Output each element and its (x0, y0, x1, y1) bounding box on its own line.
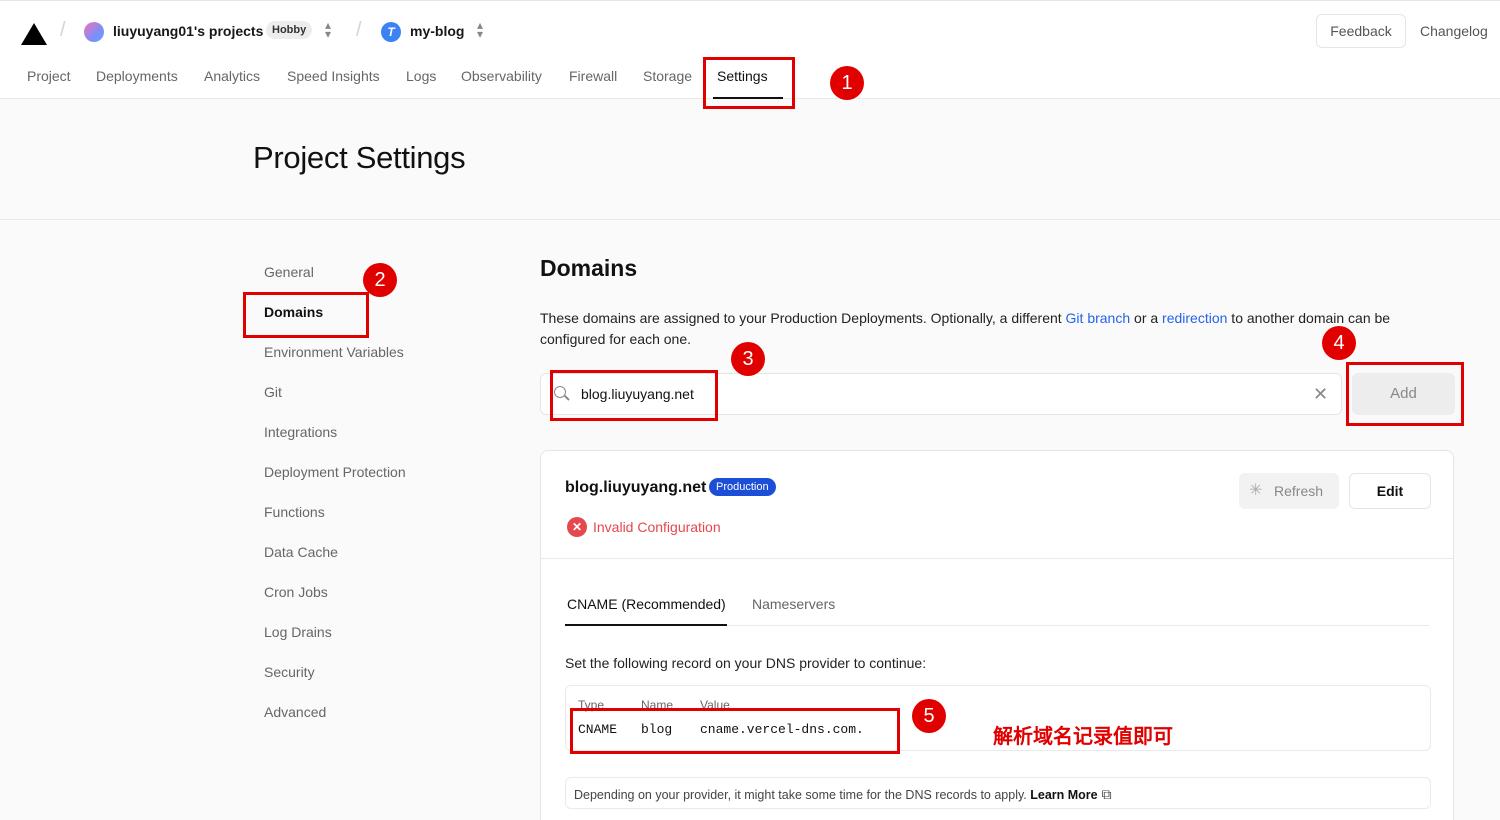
project-icon: T (381, 22, 401, 42)
changelog-link[interactable]: Changelog (1420, 23, 1488, 39)
active-subtab-indicator (565, 624, 727, 626)
redirection-link[interactable]: redirection (1162, 310, 1227, 326)
project-switcher-icon[interactable]: ▴ ▾ (475, 19, 485, 40)
propagation-note: Depending on your provider, it might tak… (565, 777, 1431, 809)
annotation-box-input (550, 370, 718, 421)
tab-cname[interactable]: CNAME (Recommended) (567, 596, 726, 612)
tab-analytics[interactable]: Analytics (204, 68, 260, 84)
sidebar-item-deployment-protection[interactable]: Deployment Protection (264, 464, 406, 480)
edit-button[interactable]: Edit (1349, 473, 1431, 509)
sidebar-item-functions[interactable]: Functions (264, 504, 325, 520)
refresh-label: Refresh (1274, 483, 1324, 499)
sidebar-item-log-drains[interactable]: Log Drains (264, 624, 332, 640)
error-icon: ✕ (567, 517, 587, 537)
section-description: These domains are assigned to your Produ… (540, 308, 1440, 350)
annotation-box-add (1346, 362, 1464, 426)
sidebar-item-environment-variables[interactable]: Environment Variables (264, 344, 404, 360)
tab-firewall[interactable]: Firewall (569, 68, 617, 84)
description-text: or a (1130, 310, 1163, 326)
annotation-number-4: 4 (1322, 326, 1356, 360)
tab-logs[interactable]: Logs (406, 68, 436, 84)
tab-project[interactable]: Project (27, 68, 71, 84)
learn-more-link[interactable]: Learn More (1030, 788, 1097, 802)
project-name[interactable]: my-blog (410, 23, 464, 39)
title-band (0, 99, 1500, 220)
team-switcher-icon[interactable]: ▴ ▾ (323, 19, 333, 40)
sidebar-item-advanced[interactable]: Advanced (264, 704, 326, 720)
annotation-number-3: 3 (731, 342, 765, 376)
production-badge: Production (709, 478, 776, 496)
domain-name[interactable]: blog.liuyuyang.net (565, 479, 706, 497)
tab-nameservers[interactable]: Nameservers (752, 596, 835, 612)
note-text: Depending on your provider, it might tak… (574, 788, 1027, 802)
annotation-box-record (570, 708, 900, 754)
tab-observability[interactable]: Observability (461, 68, 542, 84)
description-text: These domains are assigned to your Produ… (540, 310, 1066, 326)
clear-icon[interactable]: ✕ (1313, 384, 1328, 405)
sidebar-item-integrations[interactable]: Integrations (264, 424, 337, 440)
sidebar-item-data-cache[interactable]: Data Cache (264, 544, 338, 560)
tab-deployments[interactable]: Deployments (96, 68, 178, 84)
section-title: Domains (540, 255, 638, 281)
breadcrumb-separator: / (356, 19, 362, 41)
annotation-box-domains (243, 292, 369, 338)
sidebar-item-general[interactable]: General (264, 264, 314, 280)
annotation-number-5: 5 (912, 699, 946, 733)
annotation-note: 解析域名记录值即可 (993, 724, 1173, 748)
annotation-number-1: 1 (830, 66, 864, 100)
git-branch-link[interactable]: Git branch (1066, 310, 1131, 326)
sidebar-item-git[interactable]: Git (264, 384, 282, 400)
team-name[interactable]: liuyuyang01's projects (113, 23, 263, 39)
dns-instruction: Set the following record on your DNS pro… (565, 655, 927, 671)
plan-badge: Hobby (266, 21, 313, 39)
domain-card: blog.liuyuyang.net Production ✕ Invalid … (540, 450, 1454, 820)
sidebar-item-cron-jobs[interactable]: Cron Jobs (264, 584, 328, 600)
sidebar-item-security[interactable]: Security (264, 664, 315, 680)
annotation-number-2: 2 (363, 263, 397, 297)
config-status: Invalid Configuration (593, 519, 721, 535)
page-title: Project Settings (253, 140, 466, 175)
external-link-icon[interactable]: ⧉ (1102, 786, 1112, 803)
spinner-icon: ✳ (1249, 482, 1263, 499)
feedback-button[interactable]: Feedback (1316, 14, 1406, 48)
domain-card-header: blog.liuyuyang.net Production ✕ Invalid … (541, 451, 1453, 559)
annotation-box-settings (703, 57, 795, 109)
breadcrumb-separator: / (60, 19, 66, 41)
team-avatar[interactable] (84, 22, 104, 42)
tab-speed-insights[interactable]: Speed Insights (287, 68, 380, 84)
tab-storage[interactable]: Storage (643, 68, 692, 84)
refresh-button[interactable]: ✳ Refresh (1239, 473, 1339, 509)
vercel-logo-icon[interactable] (21, 23, 47, 45)
